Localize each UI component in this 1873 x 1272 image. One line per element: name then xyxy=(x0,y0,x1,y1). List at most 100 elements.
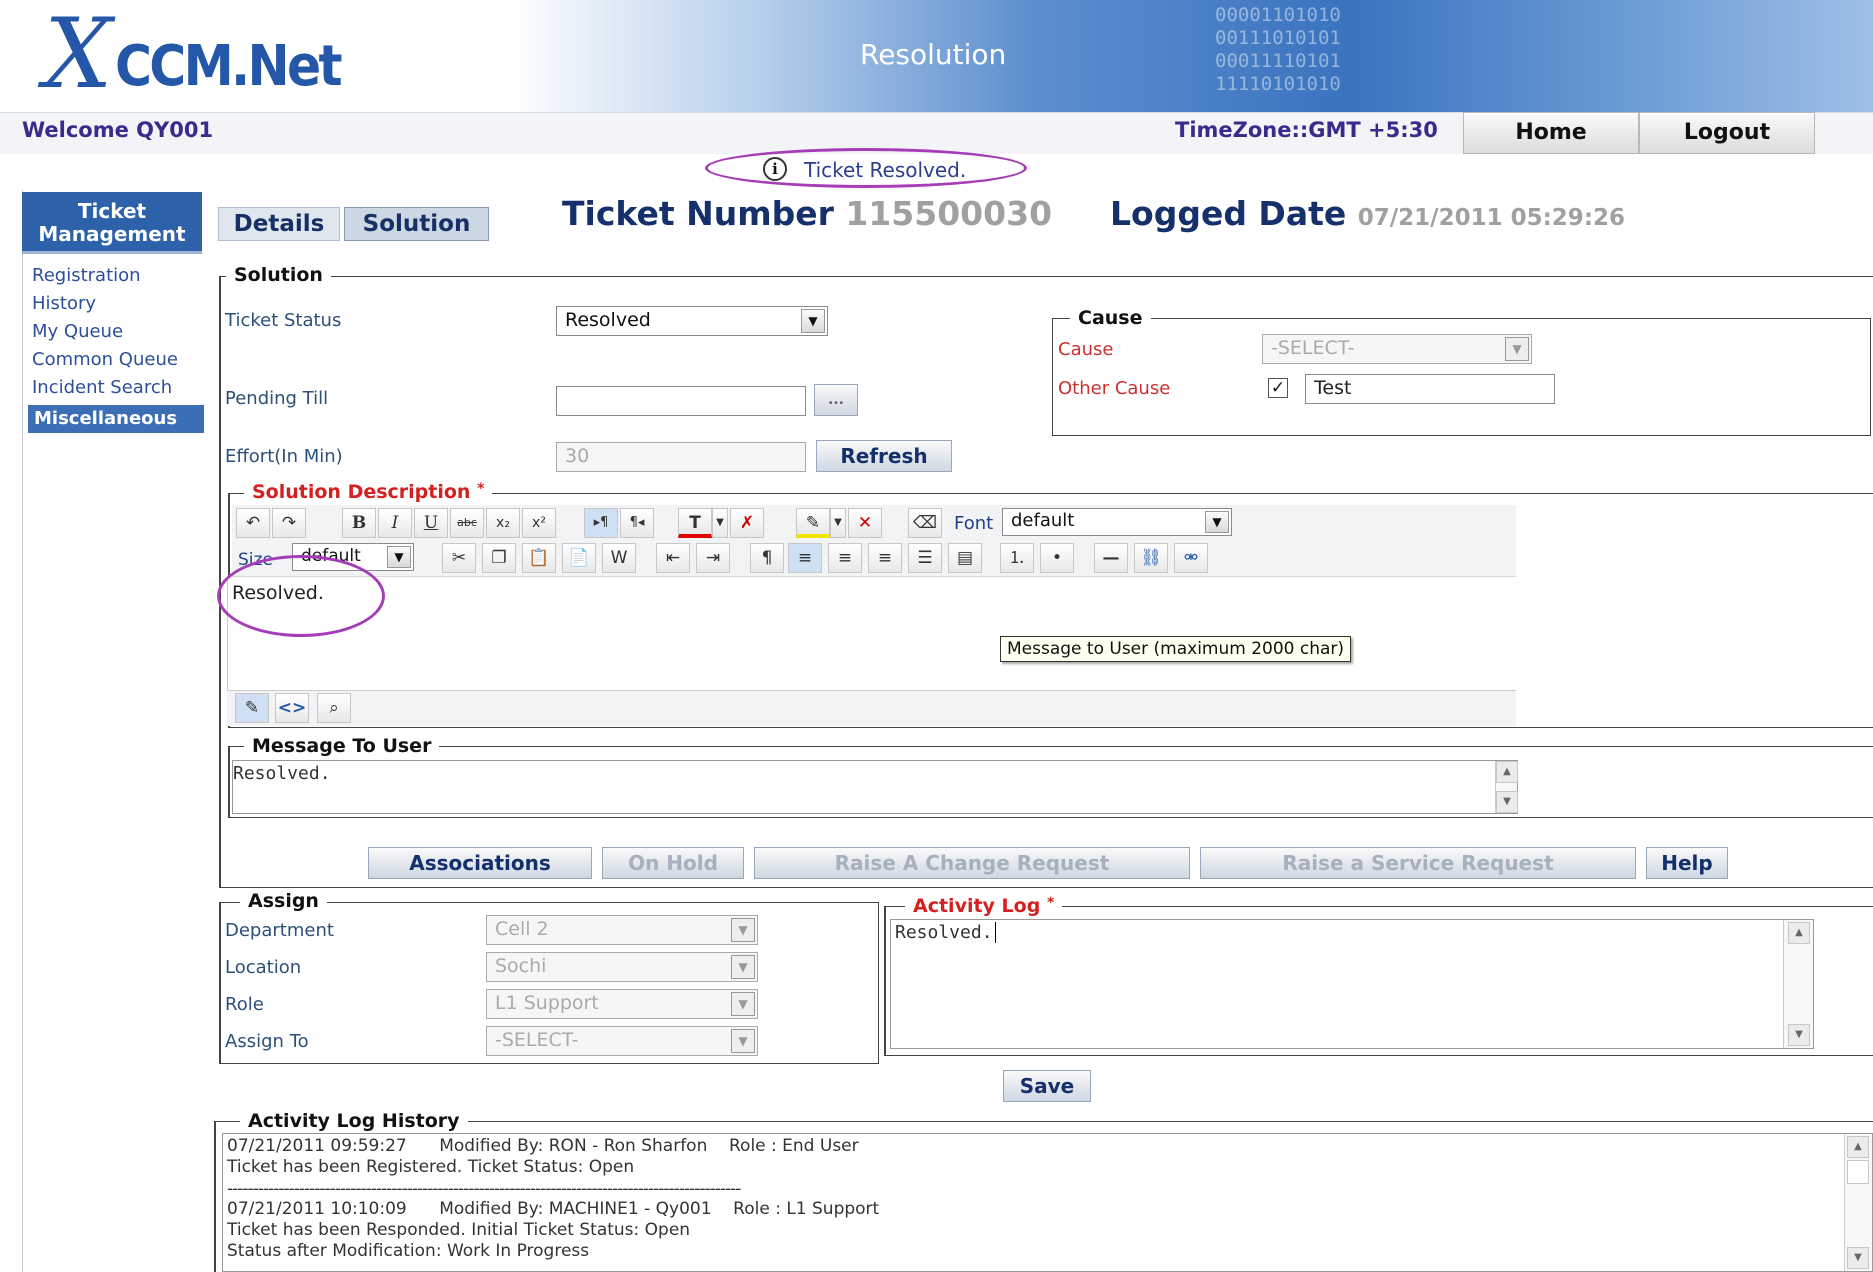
outdent-icon[interactable]: ⇤ xyxy=(656,543,690,573)
sidebar-item-incident-search[interactable]: Incident Search xyxy=(32,377,172,398)
activity-log-history-list[interactable]: 07/21/2011 09:59:27 Modified By: RON - R… xyxy=(222,1133,1873,1272)
paste-icon[interactable]: 📋 xyxy=(522,543,556,573)
refresh-button[interactable]: Refresh xyxy=(816,440,952,472)
unlink-icon[interactable]: ⚮ xyxy=(1174,543,1208,573)
rtl-icon[interactable]: ¶◂ xyxy=(620,508,654,538)
home-button[interactable]: Home xyxy=(1463,112,1639,154)
activity-log-title: Activity Log xyxy=(913,895,1041,917)
scroll-down-icon[interactable]: ▼ xyxy=(1788,1024,1810,1046)
tab-details[interactable]: Details xyxy=(218,207,340,241)
font-label: Font xyxy=(954,513,994,534)
justify-full-icon[interactable]: ▤ xyxy=(948,543,982,573)
pending-till-picker-button[interactable]: ... xyxy=(814,384,858,416)
strikethrough-icon[interactable]: abc xyxy=(450,508,484,538)
message-scrollbar[interactable]: ▲ ▼ xyxy=(1495,761,1518,813)
scroll-down-icon[interactable]: ▼ xyxy=(1847,1247,1869,1269)
align-left-icon[interactable]: ≡ xyxy=(788,543,822,573)
chevron-down-icon: ▼ xyxy=(731,992,755,1016)
notification-text: Ticket Resolved. xyxy=(804,158,967,182)
logout-button[interactable]: Logout xyxy=(1639,112,1815,154)
assign-to-select[interactable]: -SELECT- ▼ xyxy=(486,1026,758,1056)
cause-legend: Cause xyxy=(1070,307,1151,329)
remove-highlight-icon[interactable]: ✕ xyxy=(848,508,882,538)
help-button[interactable]: Help xyxy=(1646,847,1728,879)
subscript-icon[interactable]: x₂ xyxy=(486,508,520,538)
sidebar-item-history[interactable]: History xyxy=(32,293,96,314)
highlight-color-icon[interactable]: ✎ xyxy=(796,508,830,538)
html-mode-icon[interactable]: <> xyxy=(275,693,309,723)
design-mode-icon[interactable]: ✎ xyxy=(235,693,269,723)
message-to-user-legend: Message To User xyxy=(244,735,440,757)
text-color-dropdown-icon[interactable]: ▼ xyxy=(712,508,728,538)
cut-icon[interactable]: ✂ xyxy=(442,543,476,573)
indent-icon[interactable]: ⇥ xyxy=(696,543,730,573)
other-cause-checkbox[interactable]: ✓ xyxy=(1268,378,1288,398)
ordered-list-icon[interactable]: ⒈ xyxy=(1000,543,1034,573)
sidebar-item-miscellaneous[interactable]: Miscellaneous xyxy=(28,405,204,433)
department-select[interactable]: Cell 2 ▼ xyxy=(486,915,758,945)
activity-log-scrollbar[interactable]: ▲ ▼ xyxy=(1783,920,1813,1048)
paste-text-icon[interactable]: 📄 xyxy=(562,543,596,573)
effort-input[interactable]: 30 xyxy=(556,442,806,472)
copy-icon[interactable]: ❐ xyxy=(482,543,516,573)
message-to-user-text: Resolved. xyxy=(233,763,331,784)
welcome-text: Welcome QY001 xyxy=(22,118,214,142)
unordered-list-icon[interactable]: • xyxy=(1040,543,1074,573)
other-cause-input[interactable]: Test xyxy=(1305,374,1555,404)
cause-select[interactable]: -SELECT- ▼ xyxy=(1262,334,1532,364)
ticket-status-select[interactable]: Resolved ▼ xyxy=(556,306,828,336)
ltr-icon[interactable]: ▸¶ xyxy=(584,508,618,538)
sidebar-section-label: Ticket Management xyxy=(38,199,186,246)
page-title: Resolution xyxy=(860,38,1007,71)
annotation-ellipse-description xyxy=(217,555,385,637)
horizontal-rule-icon[interactable]: — xyxy=(1094,543,1128,573)
activity-log-legend: Activity Log * xyxy=(905,895,1063,917)
solution-description-editor[interactable]: Resolved. xyxy=(227,578,1516,690)
highlight-dropdown-icon[interactable]: ▼ xyxy=(830,508,846,538)
redo-icon[interactable]: ↷ xyxy=(272,508,306,538)
sidebar-item-my-queue[interactable]: My Queue xyxy=(32,321,123,342)
history-detail: Status after Modification: Work In Progr… xyxy=(227,1241,590,1261)
paste-word-icon[interactable]: W xyxy=(602,543,636,573)
raise-service-request-button[interactable]: Raise a Service Request xyxy=(1200,847,1636,879)
pending-till-input[interactable] xyxy=(556,386,806,416)
location-select[interactable]: Sochi ▼ xyxy=(486,952,758,982)
undo-icon[interactable]: ↶ xyxy=(236,508,270,538)
justify-icon[interactable]: ☰ xyxy=(908,543,942,573)
location-label: Location xyxy=(225,957,302,978)
timezone-text: TimeZone::GMT +5:30 xyxy=(1175,118,1438,142)
remove-text-color-icon[interactable]: ✗ xyxy=(730,508,764,538)
eraser-icon[interactable]: ⌫ xyxy=(908,508,942,538)
sidebar-item-common-queue[interactable]: Common Queue xyxy=(32,349,178,370)
scroll-up-icon[interactable]: ▲ xyxy=(1788,922,1810,944)
on-hold-button[interactable]: On Hold xyxy=(602,847,744,879)
scroll-up-icon[interactable]: ▲ xyxy=(1496,761,1518,783)
effort-label: Effort(In Min) xyxy=(225,446,343,467)
history-role: Role : L1 Support xyxy=(733,1199,880,1219)
sidebar-section-title[interactable]: Ticket Management xyxy=(22,192,202,254)
scroll-down-icon[interactable]: ▼ xyxy=(1496,791,1518,813)
align-center-icon[interactable]: ≡ xyxy=(828,543,862,573)
underline-icon[interactable]: U xyxy=(414,508,448,538)
text-color-icon[interactable]: T xyxy=(678,508,712,538)
link-icon[interactable]: ⛓ xyxy=(1134,543,1168,573)
bold-icon[interactable]: B xyxy=(342,508,376,538)
message-to-user-textarea[interactable]: Resolved. ▲ ▼ xyxy=(232,760,1518,814)
raise-change-request-button[interactable]: Raise A Change Request xyxy=(754,847,1190,879)
preview-icon[interactable]: ⌕ xyxy=(317,693,351,723)
font-select[interactable]: default ▼ xyxy=(1002,508,1232,536)
superscript-icon[interactable]: x² xyxy=(522,508,556,538)
tab-solution[interactable]: Solution xyxy=(344,207,489,241)
italic-icon[interactable]: I xyxy=(378,508,412,538)
history-scrollbar[interactable]: ▲ ▼ xyxy=(1844,1134,1872,1271)
activity-log-textarea[interactable]: Resolved. ▲ ▼ xyxy=(890,919,1814,1049)
editor-toolbar: ↶ ↷ B I U abc x₂ x² ▸¶ ¶◂ T ▼ ✗ ✎ ▼ ✕ ⌫ … xyxy=(232,505,1516,577)
scroll-thumb[interactable] xyxy=(1847,1160,1869,1184)
role-select[interactable]: L1 Support ▼ xyxy=(486,989,758,1019)
align-right-icon[interactable]: ≡ xyxy=(868,543,902,573)
save-button[interactable]: Save xyxy=(1003,1070,1091,1102)
associations-button[interactable]: Associations xyxy=(368,847,592,879)
scroll-up-icon[interactable]: ▲ xyxy=(1847,1136,1869,1158)
sidebar-item-registration[interactable]: Registration xyxy=(32,265,141,286)
paragraph-style-icon[interactable]: ¶ xyxy=(750,543,784,573)
